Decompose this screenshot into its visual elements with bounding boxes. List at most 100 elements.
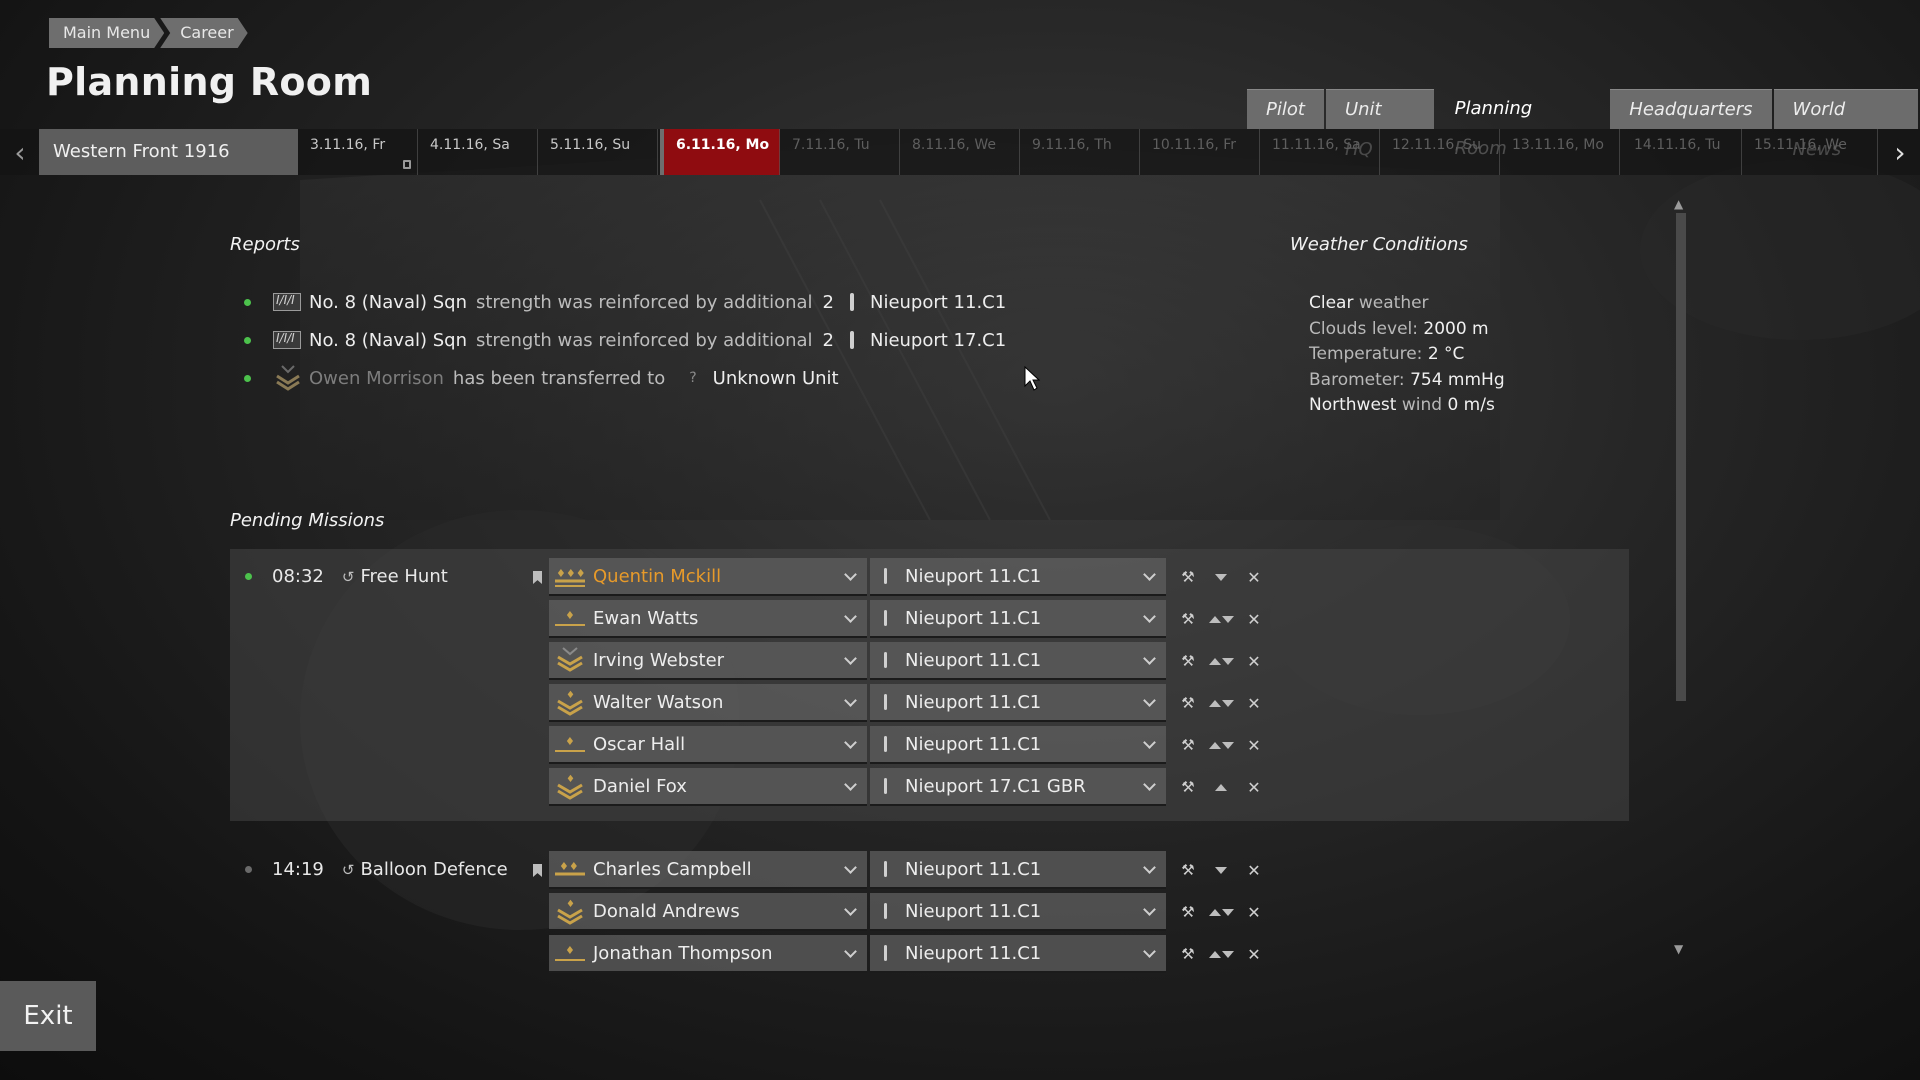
timeline-day[interactable]: 11.11.16, Sa xyxy=(1260,129,1380,175)
timeline-day[interactable]: 13.11.16, Mo xyxy=(1500,129,1620,175)
pilot-select[interactable]: ♦ Donald Andrews xyxy=(549,893,867,931)
reorder-arrows xyxy=(1202,908,1240,916)
campaign-name[interactable]: Western Front 1916 xyxy=(39,129,298,175)
move-down-icon[interactable] xyxy=(1221,657,1234,665)
svg-text:♦: ♦ xyxy=(566,899,575,910)
pilot-select[interactable]: ♦ Walter Watson xyxy=(549,684,867,722)
breadcrumb-career[interactable]: Career xyxy=(160,18,247,48)
move-down-icon[interactable] xyxy=(1215,866,1227,874)
timeline-day[interactable]: 6.11.16, Mo xyxy=(660,129,780,175)
tab-world-news[interactable]: World News xyxy=(1773,89,1918,160)
wrench-icon[interactable]: ⚒ xyxy=(1174,694,1202,712)
timeline-day[interactable]: 3.11.16, Fr xyxy=(298,129,418,175)
remove-icon[interactable]: ✕ xyxy=(1240,652,1268,671)
aircraft-select[interactable]: Nieuport 11.C1 xyxy=(870,851,1166,889)
row-tools: ⚒ ✕ xyxy=(1174,694,1282,713)
aircraft-select[interactable]: Nieuport 11.C1 xyxy=(870,893,1166,931)
pending-missions-title: Pending Missions xyxy=(230,510,385,531)
tab-pilot[interactable]: Pilot xyxy=(1247,89,1324,129)
move-up-icon[interactable] xyxy=(1215,783,1227,791)
wrench-icon[interactable]: ⚒ xyxy=(1174,778,1202,796)
remove-icon[interactable]: ✕ xyxy=(1240,945,1268,964)
timeline-day[interactable]: 5.11.16, Su xyxy=(538,129,658,175)
timeline-day[interactable]: 10.11.16, Fr xyxy=(1140,129,1260,175)
wrench-icon[interactable]: ⚒ xyxy=(1174,568,1202,586)
move-up-icon[interactable] xyxy=(1208,950,1221,958)
remove-icon[interactable]: ✕ xyxy=(1240,903,1268,922)
pilot-select[interactable]: ♦ Ewan Watts xyxy=(549,600,867,638)
timeline-day[interactable]: 9.11.16, Th xyxy=(1020,129,1140,175)
report-unit: No. 8 (Naval) Sqn xyxy=(309,291,467,313)
reports-title: Reports xyxy=(230,234,300,255)
move-up-icon[interactable] xyxy=(1208,699,1221,707)
timeline-day[interactable]: 15.11.16, We xyxy=(1742,129,1878,175)
aircraft-select[interactable]: Nieuport 11.C1 xyxy=(870,558,1166,596)
wrench-icon[interactable]: ⚒ xyxy=(1174,610,1202,628)
timeline-day-label: 11.11.16, Sa xyxy=(1272,137,1361,153)
flight-row: ♦♦ Charles Campbell Nieuport 11.C1 ⚒ ✕ xyxy=(549,851,1282,889)
svg-text:♦♦♦: ♦♦♦ xyxy=(556,567,586,580)
mission-header[interactable]: 08:32 ↺ Free Hunt xyxy=(245,566,448,587)
tab-unit-hq[interactable]: Unit HQ xyxy=(1325,89,1434,160)
move-down-icon[interactable] xyxy=(1221,950,1234,958)
move-up-icon[interactable] xyxy=(1208,657,1221,665)
aircraft-select[interactable]: Nieuport 11.C1 xyxy=(870,935,1166,973)
breadcrumb-main-menu[interactable]: Main Menu xyxy=(49,18,164,48)
tab-headquarters[interactable]: Headquarters xyxy=(1610,89,1772,129)
move-down-icon[interactable] xyxy=(1221,741,1234,749)
move-down-icon[interactable] xyxy=(1215,573,1227,581)
wrench-icon[interactable]: ⚒ xyxy=(1174,945,1202,963)
move-up-icon[interactable] xyxy=(1208,741,1221,749)
aircraft-icon xyxy=(884,736,887,752)
move-up-icon[interactable] xyxy=(1208,908,1221,916)
timeline-day-label: 9.11.16, Th xyxy=(1032,137,1112,153)
pilot-name: Daniel Fox xyxy=(593,775,687,797)
timeline-day[interactable]: 12.11.16, Su xyxy=(1380,129,1500,175)
timeline-day[interactable]: 7.11.16, Tu xyxy=(780,129,900,175)
pilot-select[interactable]: ♦♦♦ Quentin Mckill xyxy=(549,558,867,596)
remove-icon[interactable]: ✕ xyxy=(1240,610,1268,629)
remove-icon[interactable]: ✕ xyxy=(1240,778,1268,797)
move-down-icon[interactable] xyxy=(1221,615,1234,623)
remove-icon[interactable]: ✕ xyxy=(1240,568,1268,587)
move-up-icon[interactable] xyxy=(1208,615,1221,623)
wrench-icon[interactable]: ⚒ xyxy=(1174,736,1202,754)
pilot-select[interactable]: ♦ Oscar Hall xyxy=(549,726,867,764)
wrench-icon[interactable]: ⚒ xyxy=(1174,861,1202,879)
move-down-icon[interactable] xyxy=(1221,699,1234,707)
scrollbar-thumb[interactable] xyxy=(1676,213,1686,701)
breadcrumb: Main Menu Career xyxy=(49,18,252,48)
wrench-icon[interactable]: ⚒ xyxy=(1174,903,1202,921)
remove-icon[interactable]: ✕ xyxy=(1240,694,1268,713)
pilot-select[interactable]: Irving Webster xyxy=(549,642,867,680)
pilot-select[interactable]: ♦ Jonathan Thompson xyxy=(549,935,867,973)
svg-text:♦: ♦ xyxy=(565,944,575,957)
report-destination: Unknown Unit xyxy=(712,367,839,389)
reorder-arrows xyxy=(1202,866,1240,874)
timeline-next-arrow-icon[interactable]: › xyxy=(1880,129,1920,175)
aircraft-select[interactable]: Nieuport 11.C1 xyxy=(870,726,1166,764)
chevron-down-icon xyxy=(844,778,857,791)
scroll-down-icon[interactable]: ▼ xyxy=(1674,942,1683,956)
timeline-prev-arrow-icon[interactable]: ‹ xyxy=(0,129,40,175)
exit-button[interactable]: Exit xyxy=(0,981,96,1051)
remove-icon[interactable]: ✕ xyxy=(1240,861,1268,880)
aircraft-select[interactable]: Nieuport 11.C1 xyxy=(870,684,1166,722)
report-text: strength was reinforced by additional xyxy=(475,291,813,313)
report-pilot[interactable]: Owen Morrison xyxy=(309,368,444,389)
timeline-day[interactable]: 8.11.16, We xyxy=(900,129,1020,175)
mission-header[interactable]: 14:19 ↺ Balloon Defence xyxy=(245,859,508,880)
wrench-icon[interactable]: ⚒ xyxy=(1174,652,1202,670)
timeline-day[interactable]: 4.11.16, Sa xyxy=(418,129,538,175)
aircraft-select[interactable]: Nieuport 17.C1 GBR xyxy=(870,768,1166,806)
timeline-day[interactable]: 14.11.16, Tu xyxy=(1622,129,1742,175)
remove-icon[interactable]: ✕ xyxy=(1240,736,1268,755)
move-down-icon[interactable] xyxy=(1221,908,1234,916)
tab-planning-room[interactable]: Planning Room xyxy=(1436,89,1609,159)
pilot-select[interactable]: ♦♦ Charles Campbell xyxy=(549,851,867,889)
aircraft-select[interactable]: Nieuport 11.C1 xyxy=(870,600,1166,638)
scroll-up-icon[interactable]: ▲ xyxy=(1674,197,1683,211)
pilot-select[interactable]: ♦ Daniel Fox xyxy=(549,768,867,806)
reorder-arrows xyxy=(1202,950,1240,958)
aircraft-select[interactable]: Nieuport 11.C1 xyxy=(870,642,1166,680)
